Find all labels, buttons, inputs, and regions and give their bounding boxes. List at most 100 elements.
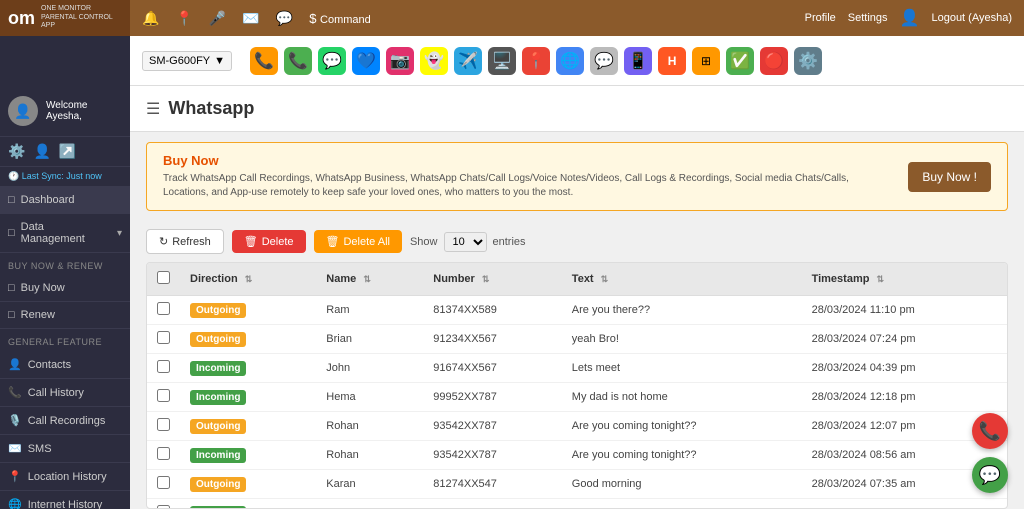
fab-whatsapp-button[interactable]: 💬 [972,457,1008,493]
app-icon-red[interactable]: 🔴 [760,47,788,75]
app-icon-messenger[interactable]: 💙 [352,47,380,75]
sidebar-item-label: Dashboard [21,194,75,206]
row-number: 91234XX567 [423,325,562,354]
sort-icon[interactable]: ⇅ [363,274,371,284]
app-icon-snapchat[interactable]: 👻 [420,47,448,75]
row-checkbox[interactable] [157,447,170,460]
row-text: Are you coming tonight?? [562,412,802,441]
app-icon-settings[interactable]: ⚙️ [794,47,822,75]
sidebar-item-data-management[interactable]: □ Data Management ▾ [0,214,130,253]
app-icon-h[interactable]: H [658,47,686,75]
content-area: ☰ Whatsapp Buy Now Track WhatsApp Call R… [130,86,1024,509]
delete-all-button[interactable]: 🗑 Delete All [314,230,402,253]
sidebar-user: 👤 Welcome Ayesha, [0,86,130,137]
sidebar-item-call-history[interactable]: 📞 Call History [0,379,130,407]
col-timestamp: Timestamp ⇅ [802,263,1007,296]
mic-icon[interactable]: 🎤 [209,10,226,27]
fab-phone-button[interactable]: 📞 [972,413,1008,449]
app-icon-monitor[interactable]: 🖥️ [488,47,516,75]
user-avatar-top: 👤 [900,8,920,28]
sidebar-item-label: SMS [28,443,52,455]
row-checkbox-cell [147,470,180,499]
gear-icon[interactable]: ⚙️ [8,143,25,160]
select-all-checkbox[interactable] [157,271,170,284]
app-icon-instagram[interactable]: 📷 [386,47,414,75]
row-checkbox[interactable] [157,302,170,315]
device-select[interactable]: SM-G600FY ▼ [142,51,232,71]
notification-icon[interactable]: 🔔 [142,10,159,27]
table-row: Incoming John 91674XX567 Lets meet 28/03… [147,354,1007,383]
buy-now-button[interactable]: Buy Now ! [908,162,991,192]
row-timestamp: 28/03/2024 12:18 pm [802,383,1007,412]
app-icon-chat2[interactable]: 💬 [590,47,618,75]
direction-badge: Incoming [190,448,246,463]
renew-icon: □ [8,309,15,321]
refresh-icon: ↻ [159,235,168,248]
sidebar-item-contacts[interactable]: 👤 Contacts [0,351,130,379]
delete-button[interactable]: 🗑 Delete [232,230,306,253]
command-icon[interactable]: $ Command [309,11,371,26]
sidebar-item-sms[interactable]: ✉️ SMS [0,435,130,463]
sidebar-item-internet-history[interactable]: 🌐 Internet History [0,491,130,509]
row-checkbox-cell [147,354,180,383]
sidebar-item-call-recordings[interactable]: 🎙️ Call Recordings [0,407,130,435]
settings-link[interactable]: Settings [848,12,888,24]
entries-select[interactable]: 10 25 50 [444,232,487,252]
email-icon[interactable]: ✉️ [242,10,259,27]
row-checkbox[interactable] [157,389,170,402]
row-checkbox[interactable] [157,418,170,431]
sort-icon[interactable]: ⇅ [245,274,253,284]
app-icon-whatsapp[interactable]: 💬 [318,47,346,75]
row-checkbox-cell [147,296,180,325]
table-row: Outgoing Karan 81274XX547 Good morning 2… [147,470,1007,499]
sidebar-item-buy-now[interactable]: □ Buy Now [0,275,130,302]
sort-icon[interactable]: ⇅ [877,274,885,284]
app-icon-telegram[interactable]: ✈️ [454,47,482,75]
chat-icon[interactable]: 💬 [276,10,293,27]
sidebar-item-dashboard[interactable]: □ Dashboard [0,187,130,214]
app-icon-dialer[interactable]: 📞 [250,47,278,75]
app-icon-green2[interactable]: ✅ [726,47,754,75]
sidebar-item-label: Data Management [21,221,111,245]
buy-icon: □ [8,282,15,294]
row-number: 81374XX589 [423,296,562,325]
logo-tagline: ONE MONITORPARENTAL CONTROL APP [41,5,122,30]
direction-badge: Incoming [190,506,246,509]
logout-link[interactable]: Logout (Ayesha) [931,12,1012,24]
sidebar-item-label: Buy Now [21,282,65,294]
sort-icon[interactable]: ⇅ [482,274,490,284]
profile-link[interactable]: Profile [805,12,836,24]
internet-history-icon: 🌐 [8,498,22,509]
person-icon[interactable]: 👤 [33,143,50,160]
row-direction: Incoming [180,499,316,509]
row-checkbox[interactable] [157,360,170,373]
location-history-icon: 📍 [8,470,22,483]
table-row: Outgoing Rohan 93542XX787 Are you coming… [147,412,1007,441]
icon-row-sidebar-spacer [0,36,130,86]
buy-banner-text: Track WhatsApp Call Recordings, WhatsApp… [163,172,892,200]
row-checkbox[interactable] [157,505,170,509]
location-icon[interactable]: 📍 [175,10,192,27]
row-text: Are you there?? [562,499,802,509]
logout-icon[interactable]: ↗️ [59,143,76,160]
sidebar-item-location-history[interactable]: 📍 Location History [0,463,130,491]
app-icon-maps[interactable]: 📍 [522,47,550,75]
sidebar-item-renew[interactable]: □ Renew [0,302,130,329]
app-icon-phone[interactable]: 📞 [284,47,312,75]
call-history-icon: 📞 [8,386,22,399]
sort-icon[interactable]: ⇅ [601,274,609,284]
row-checkbox[interactable] [157,476,170,489]
app-icon-grid[interactable]: ⊞ [692,47,720,75]
row-checkbox[interactable] [157,331,170,344]
row-direction: Incoming [180,354,316,383]
row-name: John [316,354,423,383]
app-icon-chrome[interactable]: 🌐 [556,47,584,75]
app-icon-viber[interactable]: 📱 [624,47,652,75]
data-icon: □ [8,227,15,239]
refresh-button[interactable]: ↻ Refresh [146,229,224,254]
row-number: 93542XX787 [423,441,562,470]
hamburger-icon[interactable]: ☰ [146,99,160,119]
fab-container: 📞 💬 [972,413,1008,493]
row-checkbox-cell [147,499,180,509]
row-checkbox-cell [147,412,180,441]
